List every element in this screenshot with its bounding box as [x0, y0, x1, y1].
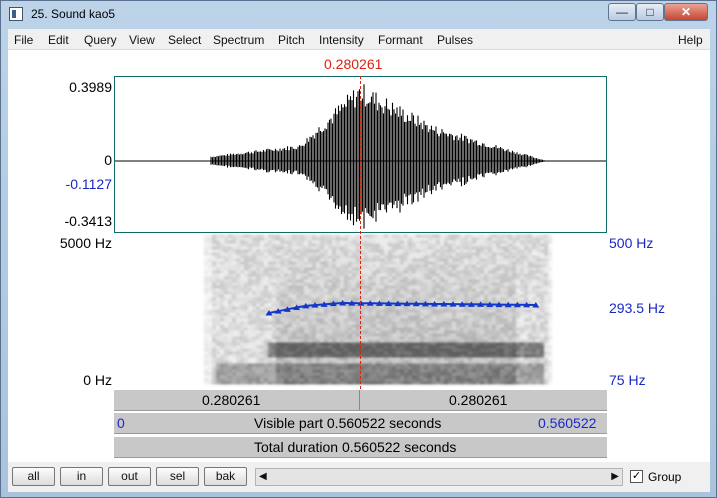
menu-formant[interactable]: Formant	[378, 33, 423, 47]
checkmark-icon: ✓	[631, 470, 642, 482]
visible-start-label: 0	[117, 415, 125, 431]
sound-editor-canvas[interactable]: 0.280261 0.3989 0 -0.1127 -0.3413 5000 H…	[8, 50, 710, 462]
spec-bottom-label: 0 Hz	[83, 372, 112, 388]
visible-part-label: Visible part 0.560522 seconds	[254, 415, 442, 431]
window-frame: 25. Sound kao5 — □ ✕ File Edit Query Vie…	[0, 0, 717, 498]
menu-bar: File Edit Query View Select Spectrum Pit…	[8, 29, 710, 50]
zoom-all-button[interactable]: all	[12, 467, 55, 486]
menu-spectrum[interactable]: Spectrum	[213, 33, 264, 47]
menu-view[interactable]: View	[129, 33, 155, 47]
wave-cursor-value-label: -0.1127	[65, 176, 112, 192]
visible-end-label: 0.560522	[538, 415, 597, 431]
minimize-button[interactable]: —	[608, 3, 636, 21]
wave-zero-label: 0	[104, 152, 112, 168]
zoom-out-button[interactable]: out	[108, 467, 151, 486]
cursor-line	[360, 76, 361, 389]
waveform-path	[210, 84, 547, 229]
visible-part-strip[interactable]: 0 Visible part 0.560522 seconds 0.560522	[114, 412, 607, 434]
menu-pitch[interactable]: Pitch	[278, 33, 305, 47]
menu-select[interactable]: Select	[168, 33, 201, 47]
menu-help[interactable]: Help	[678, 33, 703, 47]
client-area: File Edit Query View Select Spectrum Pit…	[8, 29, 710, 492]
group-checkbox[interactable]: ✓	[630, 470, 643, 483]
menu-pulses[interactable]: Pulses	[437, 33, 473, 47]
bottom-toolbar: all in out sel bak ◀ ▶ ✓ Group	[8, 462, 710, 492]
total-duration-strip[interactable]: Total duration 0.560522 seconds	[114, 436, 607, 458]
close-button[interactable]: ✕	[664, 3, 708, 21]
pitch-top-label: 500 Hz	[609, 235, 654, 251]
wave-min-label: -0.3413	[64, 213, 112, 229]
left-time-segment[interactable]: 0.280261	[114, 390, 360, 410]
total-duration-label: Total duration 0.560522 seconds	[254, 439, 457, 455]
cursor-time-label: 0.280261	[324, 56, 383, 72]
selection-time-strip[interactable]: 0.280261 0.280261	[114, 389, 607, 411]
waveform-graphic	[115, 84, 606, 229]
spectrogram-energy	[204, 235, 552, 384]
group-label: Group	[648, 470, 682, 484]
pitch-cursor-label: 293.5 Hz	[609, 300, 666, 316]
menu-edit[interactable]: Edit	[48, 33, 69, 47]
zoom-back-button[interactable]: bak	[204, 467, 247, 486]
menu-query[interactable]: Query	[84, 33, 117, 47]
title-bar[interactable]: 25. Sound kao5 — □ ✕	[1, 1, 716, 27]
wave-max-label: 0.3989	[69, 79, 112, 95]
zoom-in-button[interactable]: in	[60, 467, 103, 486]
right-time-label: 0.280261	[449, 392, 508, 408]
spec-top-label: 5000 Hz	[59, 235, 112, 251]
zoom-selection-button[interactable]: sel	[156, 467, 199, 486]
scroll-right-icon[interactable]: ▶	[611, 471, 619, 482]
pitch-bottom-label: 75 Hz	[609, 372, 646, 388]
window-title: 25. Sound kao5	[31, 7, 116, 21]
waveform-trace	[210, 84, 547, 229]
scroll-left-icon[interactable]: ◀	[259, 471, 267, 482]
app-icon	[9, 7, 23, 21]
horizontal-scrollbar[interactable]: ◀ ▶	[255, 468, 623, 486]
menu-intensity[interactable]: Intensity	[319, 33, 364, 47]
menu-file[interactable]: File	[14, 33, 33, 47]
left-time-label: 0.280261	[202, 392, 261, 408]
right-time-segment[interactable]: 0.280261	[361, 390, 607, 410]
maximize-button[interactable]: □	[636, 3, 664, 21]
